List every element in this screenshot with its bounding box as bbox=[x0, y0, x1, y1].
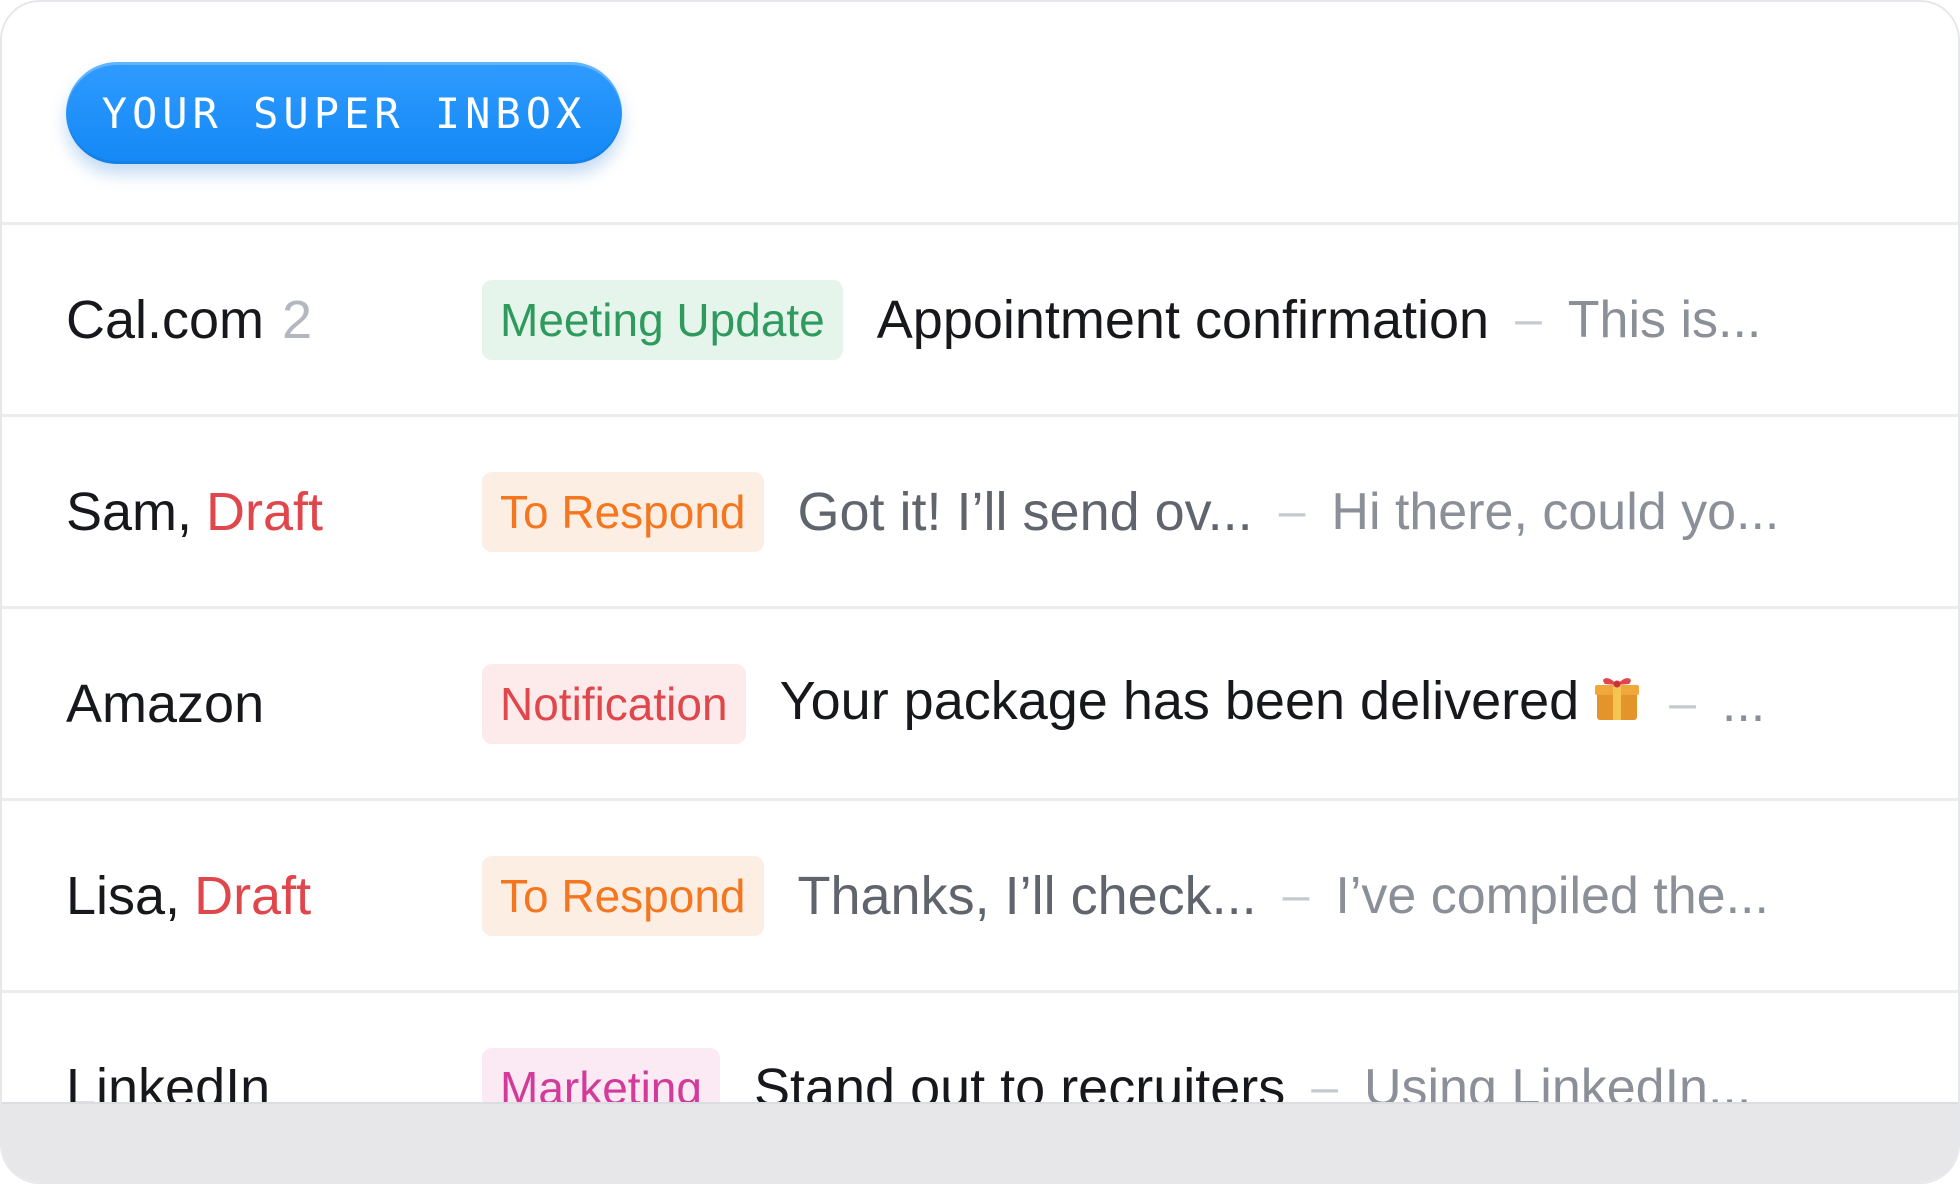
subject-separator: – bbox=[1282, 869, 1310, 922]
draft-indicator: Draft bbox=[194, 865, 312, 926]
email-subject: Your package has been delivered bbox=[780, 670, 1644, 737]
email-subject: Appointment confirmation bbox=[876, 289, 1490, 350]
subject-separator: – bbox=[1669, 677, 1696, 730]
sender-name: Sam, bbox=[66, 481, 193, 542]
label-tag[interactable]: To Respond bbox=[482, 855, 764, 936]
label-tag[interactable]: Notification bbox=[482, 663, 746, 744]
label-tag[interactable]: To Respond bbox=[482, 471, 764, 552]
email-preview: Hi there, could yo... bbox=[1331, 482, 1780, 541]
inbox-card: YOUR SUPER INBOX Cal.com 2 Meeting Updat… bbox=[0, 0, 1960, 1184]
email-preview: This is... bbox=[1567, 290, 1762, 349]
email-preview: I’ve compiled the... bbox=[1335, 866, 1769, 925]
sender-name: Lisa, bbox=[66, 865, 181, 926]
subject-separator: – bbox=[1515, 293, 1542, 346]
draft-indicator: Draft bbox=[206, 481, 324, 542]
email-row[interactable]: Cal.com 2 Meeting Update Appointment con… bbox=[2, 222, 1958, 414]
email-sender: Lisa, Draft bbox=[66, 865, 311, 927]
email-subject: Thanks, I’ll check... bbox=[797, 865, 1257, 926]
email-row[interactable]: Sam, Draft To Respond Got it! I’ll send … bbox=[2, 414, 1958, 606]
email-row[interactable]: Lisa, Draft To Respond Thanks, I’ll chec… bbox=[2, 798, 1958, 990]
email-row[interactable]: Amazon Notification Your package has bee… bbox=[2, 606, 1958, 798]
email-content: Notification Your package has been deliv… bbox=[482, 663, 1898, 744]
email-subject-text: Your package has been delivered bbox=[779, 670, 1580, 731]
email-sender: Sam, Draft bbox=[66, 481, 323, 543]
email-sender: Cal.com 2 bbox=[66, 289, 312, 351]
subject-separator: – bbox=[1278, 485, 1306, 538]
email-subject: Got it! I’ll send ov... bbox=[797, 481, 1253, 542]
super-inbox-badge[interactable]: YOUR SUPER INBOX bbox=[66, 62, 622, 164]
inbox-header: YOUR SUPER INBOX bbox=[2, 2, 1958, 222]
email-list: Cal.com 2 Meeting Update Appointment con… bbox=[2, 222, 1958, 1182]
sender-name: Amazon bbox=[66, 673, 265, 734]
thread-count: 2 bbox=[282, 289, 313, 350]
gift-icon bbox=[1591, 672, 1643, 737]
label-tag[interactable]: Meeting Update bbox=[482, 279, 843, 360]
email-sender: Amazon bbox=[66, 673, 264, 735]
email-content: To Respond Thanks, I’ll check... – I’ve … bbox=[482, 855, 1898, 936]
email-content: To Respond Got it! I’ll send ov... – Hi … bbox=[482, 471, 1898, 552]
list-bottom-fade bbox=[2, 1102, 1958, 1182]
email-preview: ... bbox=[1721, 674, 1766, 733]
sender-name: Cal.com bbox=[66, 289, 265, 350]
email-content: Meeting Update Appointment confirmation … bbox=[482, 279, 1898, 360]
